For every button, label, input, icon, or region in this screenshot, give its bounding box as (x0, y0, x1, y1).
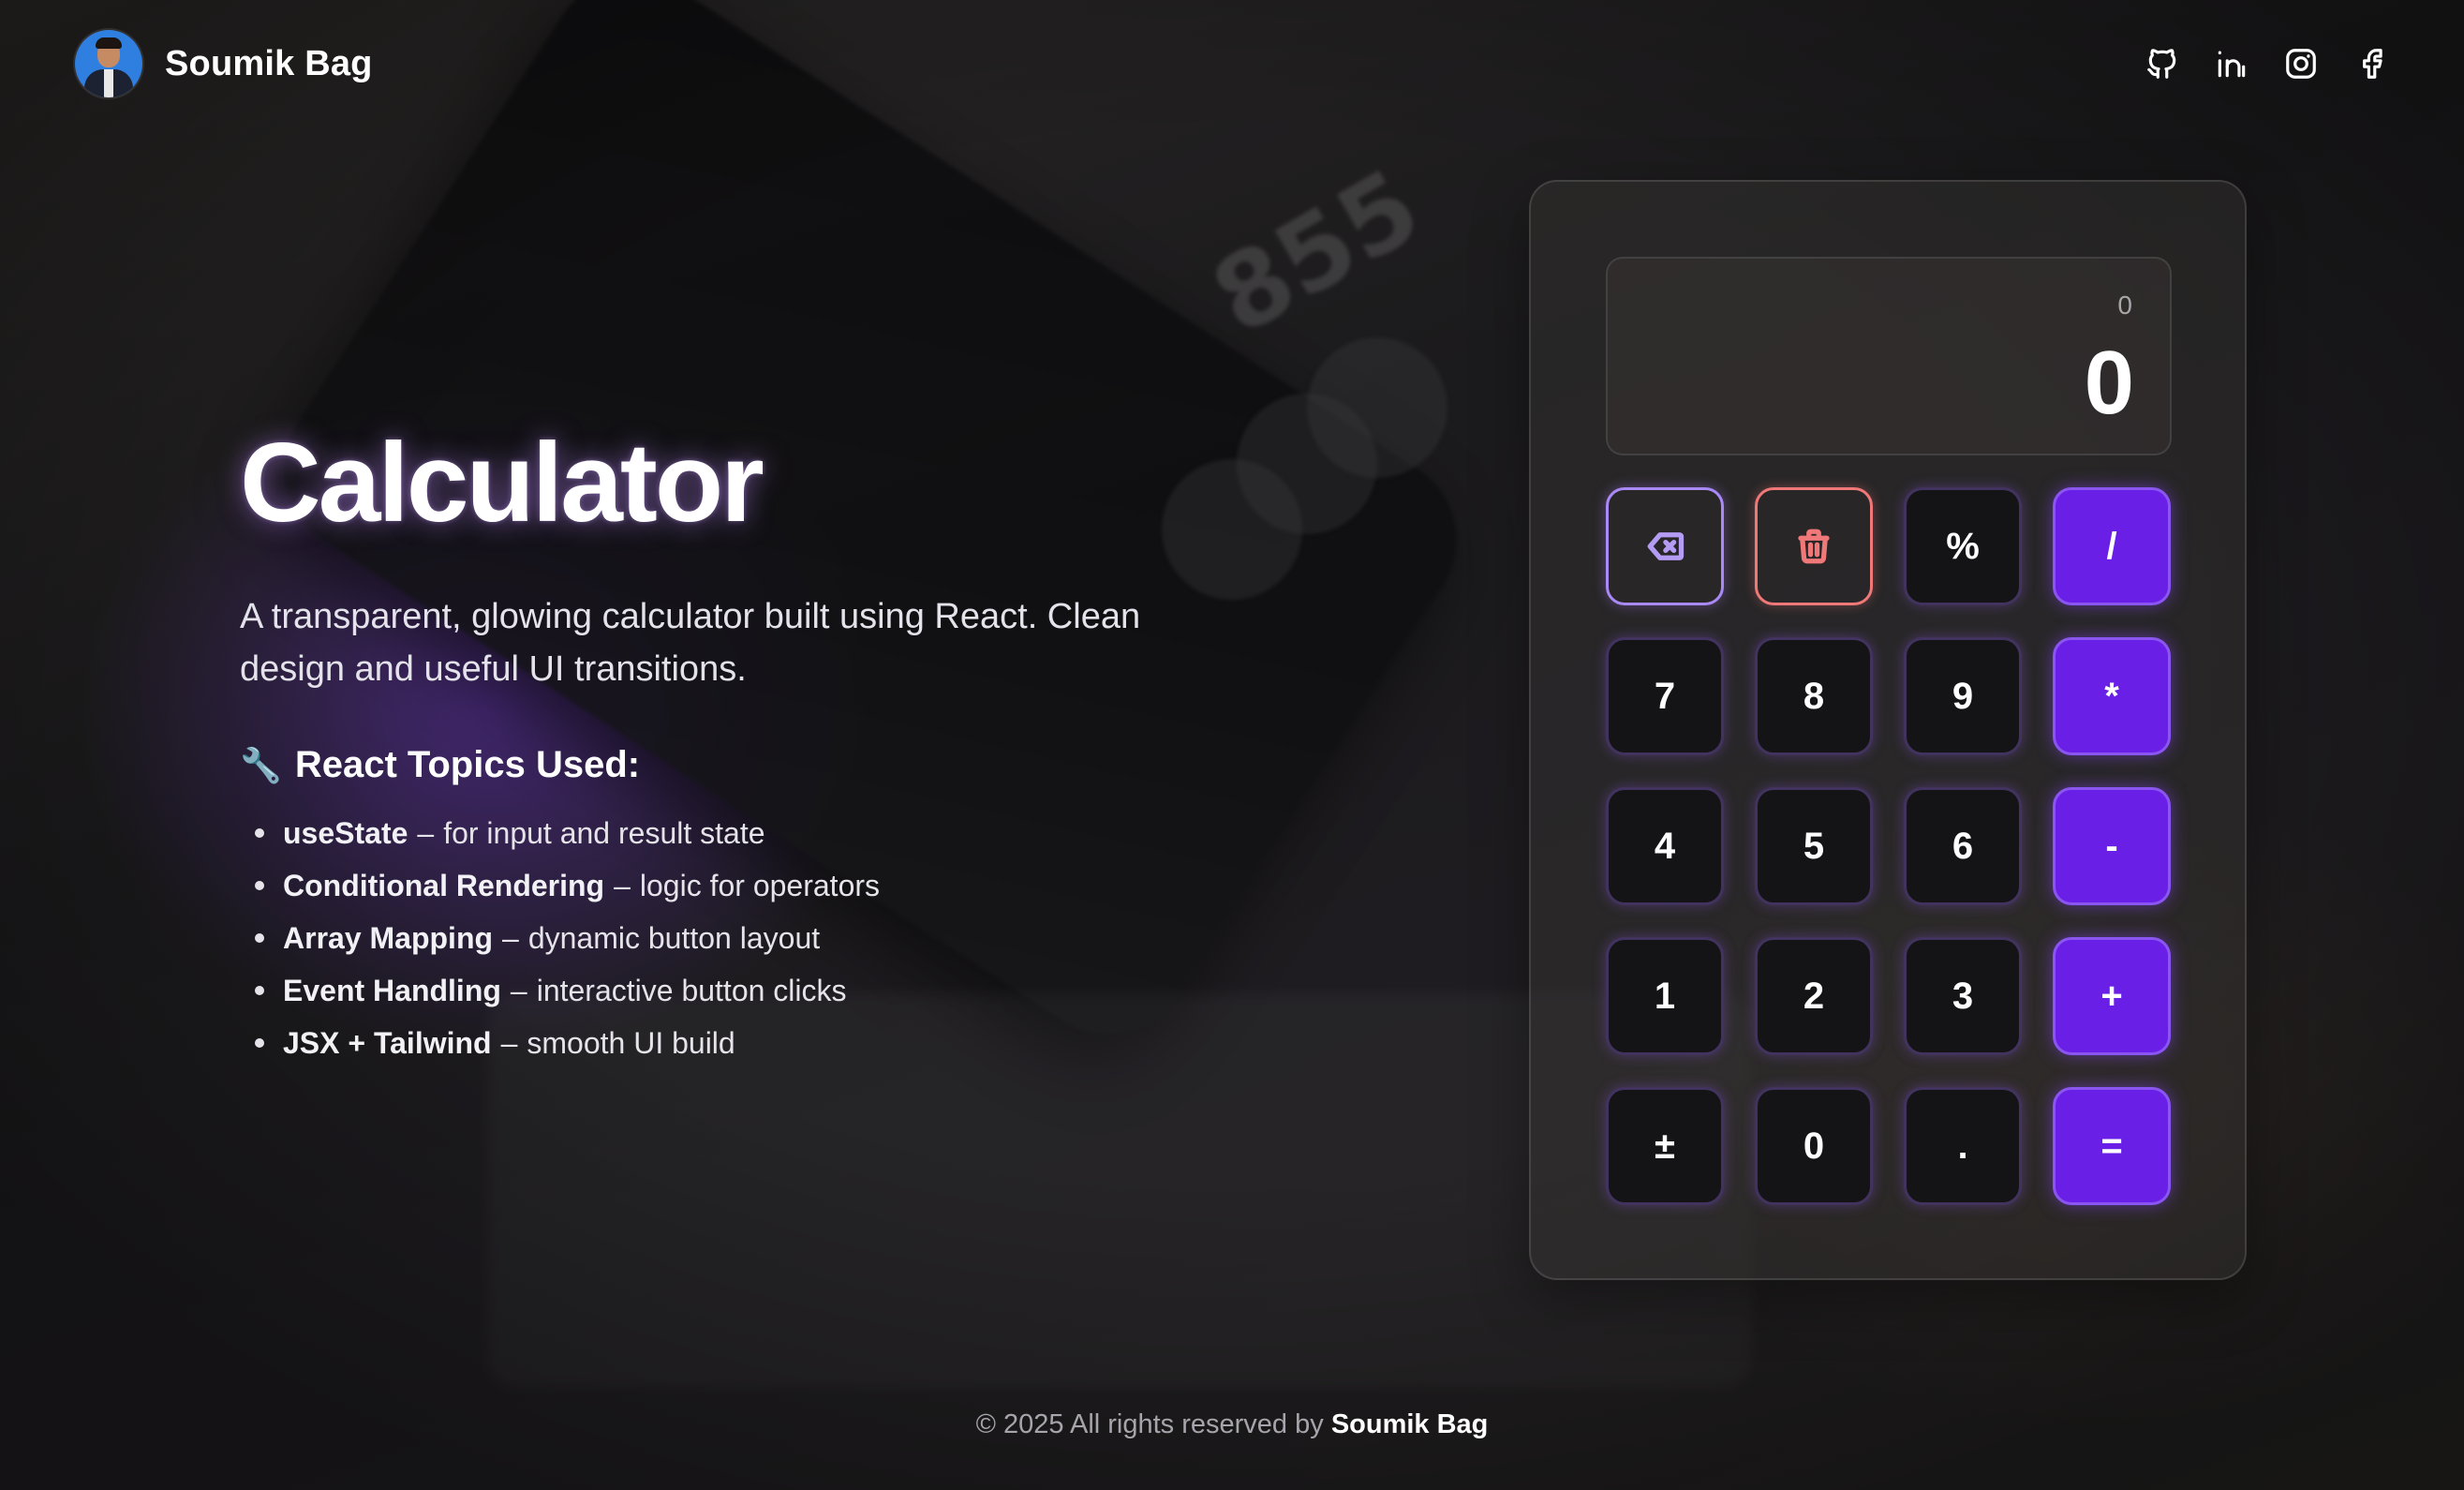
topic-description: logic for operators (639, 869, 881, 902)
site-header: Soumik Bag (75, 30, 2389, 97)
topic-separator: – (500, 1026, 518, 1060)
decimal-button[interactable]: . (1904, 1087, 2022, 1205)
percent-button[interactable]: % (1904, 487, 2022, 605)
clear-button[interactable] (1755, 487, 1873, 605)
project-description: A transparent, glowing calculator built … (240, 597, 1141, 689)
keypad: % / 7 8 9 * 4 5 6 - 1 2 3 + ± 0 . = (1606, 487, 2171, 1205)
list-item: Event Handling – interactive button clic… (240, 964, 1252, 1017)
topics-heading: 🔧 React Topics Used: (240, 744, 1252, 786)
copyright-text: © 2025 All rights reserved by (975, 1409, 1324, 1439)
background-phone-digits: 855 (1193, 146, 1440, 358)
topic-separator: – (502, 921, 519, 955)
footer-author: Soumik Bag (1330, 1409, 1489, 1439)
subtract-button[interactable]: - (2053, 787, 2171, 905)
project-info: Calculator A transparent, glowing calcul… (240, 422, 1252, 1069)
topic-separator: – (614, 869, 631, 902)
topic-name: JSX + Tailwind (283, 1026, 492, 1060)
digit-1-button[interactable]: 1 (1606, 937, 1724, 1055)
calculator: 0 0 % / 7 8 9 * 4 5 6 - 1 2 3 + ± 0 . = (1529, 180, 2247, 1280)
topic-name: Event Handling (283, 974, 501, 1007)
divide-button[interactable]: / (2053, 487, 2171, 605)
digit-4-button[interactable]: 4 (1606, 787, 1724, 905)
avatar (75, 30, 142, 97)
topic-name: Conditional Rendering (283, 869, 605, 902)
site-footer: © 2025 All rights reserved by Soumik Bag (0, 1409, 2464, 1440)
display-expression: 0 (2117, 291, 2132, 320)
topic-name: useState (283, 816, 408, 850)
topic-description: for input and result state (443, 816, 765, 850)
list-item: useState – for input and result state (240, 807, 1252, 859)
topics-heading-label: React Topics Used: (294, 744, 641, 785)
backspace-button[interactable] (1606, 487, 1724, 605)
topic-description: smooth UI build (527, 1026, 735, 1060)
display-result: 0 (2084, 333, 2134, 433)
add-button[interactable]: + (2053, 937, 2171, 1055)
calculator-display: 0 0 (1606, 257, 2172, 455)
plus-minus-button[interactable]: ± (1606, 1087, 1724, 1205)
bullet-icon (255, 1038, 264, 1048)
list-item: Array Mapping – dynamic button layout (240, 912, 1252, 964)
trash-icon (1798, 529, 1830, 564)
bullet-icon (255, 933, 264, 943)
background-phone-key (1307, 337, 1447, 478)
topic-name: Array Mapping (283, 921, 494, 955)
backspace-icon (1647, 532, 1685, 560)
instagram-icon[interactable] (2282, 45, 2320, 82)
linkedin-icon[interactable] (2213, 45, 2250, 82)
facebook-icon[interactable] (2352, 45, 2389, 82)
multiply-button[interactable]: * (2053, 637, 2171, 755)
social-links (2144, 45, 2389, 82)
github-icon[interactable] (2144, 45, 2181, 82)
topic-description: dynamic button layout (527, 921, 821, 955)
bullet-icon (255, 986, 264, 995)
list-item: Conditional Rendering – logic for operat… (240, 859, 1252, 912)
bullet-icon (255, 881, 264, 890)
digit-3-button[interactable]: 3 (1904, 937, 2022, 1055)
brand[interactable]: Soumik Bag (75, 30, 373, 97)
wrench-icon: 🔧 (240, 745, 282, 784)
digit-8-button[interactable]: 8 (1755, 637, 1873, 755)
brand-name: Soumik Bag (165, 43, 373, 83)
digit-6-button[interactable]: 6 (1904, 787, 2022, 905)
digit-0-button[interactable]: 0 (1755, 1087, 1873, 1205)
equals-button[interactable]: = (2053, 1087, 2171, 1205)
digit-2-button[interactable]: 2 (1755, 937, 1873, 1055)
topic-separator: – (417, 816, 435, 850)
digit-9-button[interactable]: 9 (1904, 637, 2022, 755)
page-title: Calculator (240, 420, 764, 545)
topic-description: interactive button clicks (536, 974, 847, 1007)
digit-5-button[interactable]: 5 (1755, 787, 1873, 905)
topics-list: useState – for input and result state Co… (240, 807, 1252, 1069)
topic-separator: – (510, 974, 527, 1007)
bullet-icon (255, 828, 264, 838)
digit-7-button[interactable]: 7 (1606, 637, 1724, 755)
list-item: JSX + Tailwind – smooth UI build (240, 1017, 1252, 1069)
